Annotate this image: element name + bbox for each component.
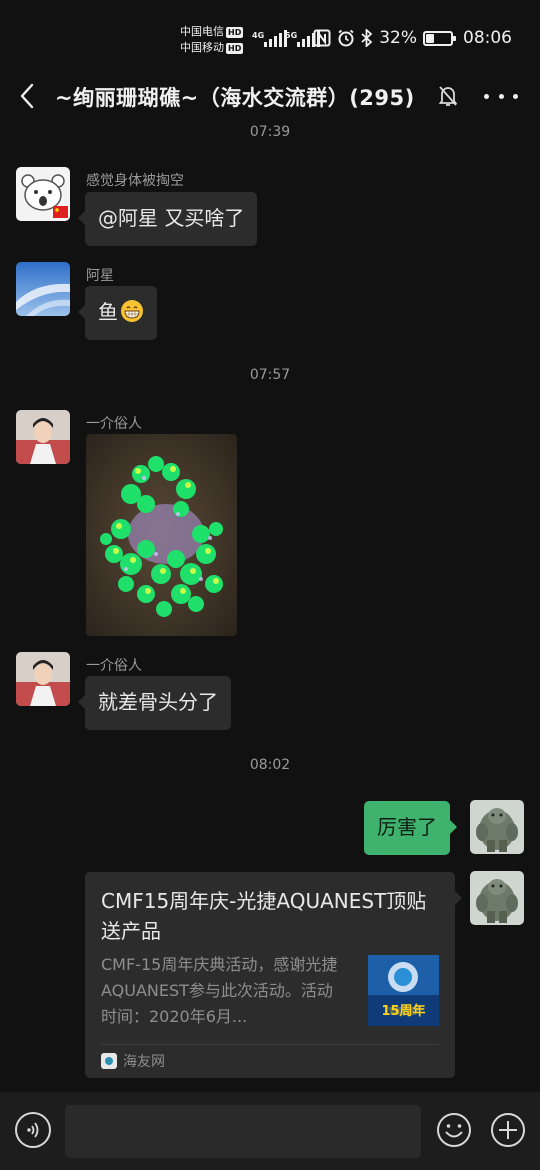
coral-image — [86, 434, 237, 636]
link-card-divider — [101, 1044, 439, 1045]
more-options-button[interactable] — [484, 84, 518, 108]
bluetooth-icon — [361, 29, 373, 47]
carrier-1: 中国电信 — [180, 25, 224, 38]
status-bar: 中国电信 HD 中国移动 HD 4G 5G 32% 08:06 — [0, 0, 540, 62]
avatar[interactable] — [16, 652, 70, 706]
nfc-icon — [313, 29, 331, 47]
message-bubble[interactable]: @阿星 又买啥了 — [77, 192, 258, 246]
thumb-text: 15周年 — [381, 1003, 425, 1019]
network-type-2: 5G — [285, 31, 298, 40]
avatar[interactable] — [16, 167, 70, 221]
hd-badge-2: HD — [226, 42, 244, 54]
sender-name: 感觉身体被掏空 — [86, 173, 184, 189]
avatar[interactable] — [16, 262, 70, 316]
sender-name: 一介俗人 — [86, 416, 142, 432]
link-card-source: 海友网 — [101, 1051, 165, 1071]
voice-input-button[interactable] — [15, 1112, 51, 1148]
carrier-2: 中国移动 — [180, 41, 224, 54]
message-input[interactable] — [65, 1105, 421, 1158]
carrier-info: 中国电信 HD 中国移动 HD — [180, 24, 244, 56]
message-text: 鱼 — [98, 300, 118, 324]
battery-percent: 32% — [379, 28, 417, 48]
avatar[interactable] — [16, 410, 70, 464]
time-separator: 07:39 — [249, 124, 291, 140]
bear-avatar-image — [16, 167, 70, 221]
link-card-thumbnail: 15周年 — [368, 955, 439, 1026]
message-bubble-self[interactable]: 厉害了 — [364, 801, 457, 855]
voice-icon — [27, 1122, 39, 1138]
sky-avatar-image — [16, 262, 70, 316]
input-bar — [0, 1092, 540, 1170]
sender-name: 阿星 — [86, 268, 114, 284]
network-type-1: 4G — [252, 31, 265, 40]
time-separator: 08:02 — [249, 757, 291, 773]
message-bubble[interactable]: 鱼 — [78, 286, 157, 340]
coral-photo[interactable] — [86, 434, 237, 636]
alarm-icon — [338, 29, 354, 47]
site-logo-icon — [101, 1053, 117, 1069]
emoji-button-icon[interactable] — [436, 1112, 472, 1148]
person-avatar-image — [16, 652, 70, 706]
link-card[interactable]: CMF15周年庆-光捷AQUANEST顶贴送产品 CMF-15周年庆典活动，感谢… — [85, 872, 462, 1078]
chat-header: ~绚丽珊瑚礁~（海水交流群）(295) — [0, 62, 540, 130]
grin-emoji-icon — [121, 300, 143, 322]
status-time: 08:06 — [463, 28, 512, 48]
link-card-description: CMF-15周年庆典活动，感谢光捷AQUANEST参与此次活动。活动时间：202… — [101, 955, 338, 1026]
battery-icon — [423, 30, 456, 46]
link-card-source-name: 海友网 — [123, 1054, 165, 1070]
back-icon[interactable] — [14, 82, 42, 110]
message-bubble[interactable]: 就差骨头分了 — [78, 676, 231, 730]
sender-name: 一介俗人 — [86, 658, 142, 674]
mute-bell-icon — [438, 86, 458, 106]
avatar-self[interactable] — [470, 800, 524, 854]
link-card-title: CMF15周年庆-光捷AQUANEST顶贴送产品 — [101, 889, 427, 943]
stone-avatar-image — [470, 871, 524, 925]
person-avatar-image — [16, 410, 70, 464]
stone-avatar-image — [470, 800, 524, 854]
chat-title[interactable]: ~绚丽珊瑚礁~（海水交流群）(295) — [55, 82, 415, 112]
plus-button-icon[interactable] — [490, 1112, 526, 1148]
time-separator: 07:57 — [249, 367, 291, 383]
status-right: 32% 08:06 — [313, 28, 512, 48]
avatar-self[interactable] — [470, 871, 524, 925]
hd-badge-1: HD — [226, 26, 244, 38]
